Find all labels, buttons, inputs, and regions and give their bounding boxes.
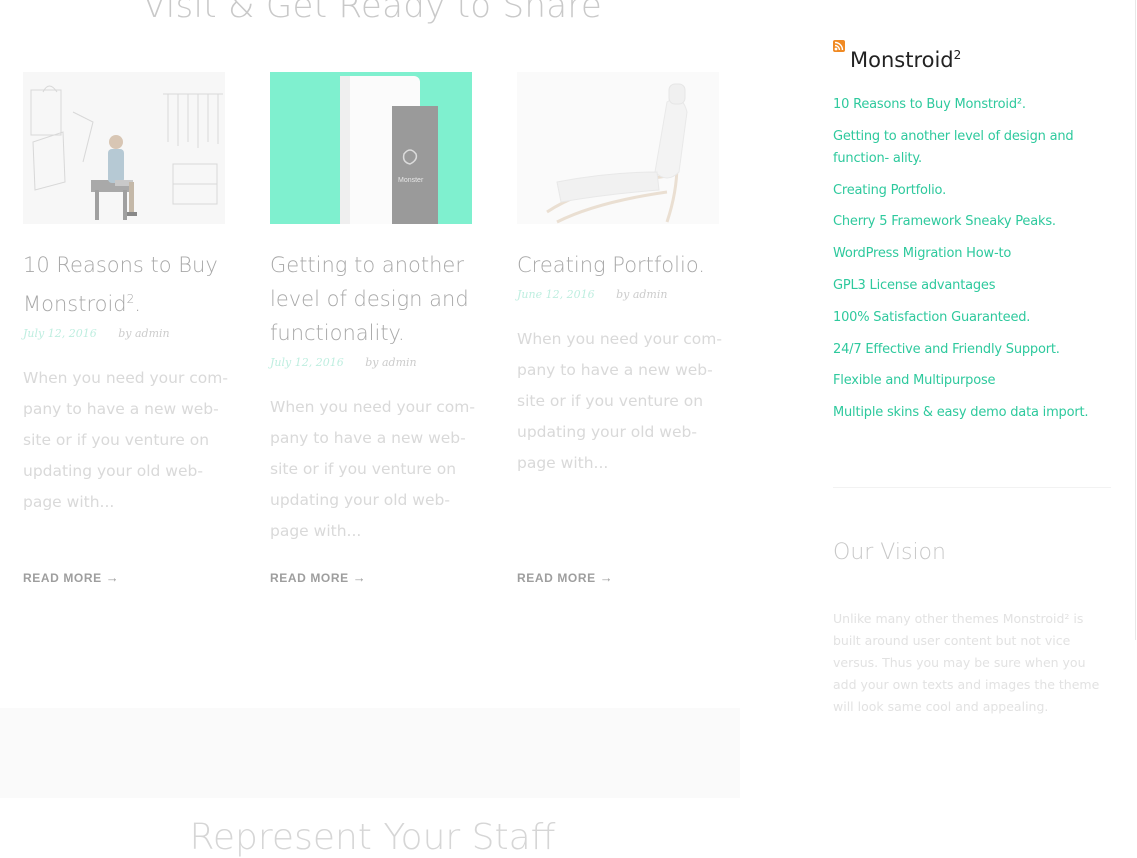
post-author[interactable]: by admin (118, 327, 169, 340)
post-meta: June 12, 2016 by admin (517, 288, 719, 304)
post-meta: July 12, 2016 by admin (270, 356, 472, 372)
read-more-link[interactable]: READ MORE → (517, 570, 613, 585)
feed-list: 10 Reasons to Buy Monstroid². Getting to… (833, 94, 1118, 434)
rss-icon[interactable] (833, 40, 845, 52)
post-author[interactable]: by admin (616, 288, 667, 301)
post-card: Creating Portfolio. June 12, 2016 by adm… (517, 72, 722, 479)
post-thumbnail[interactable] (23, 72, 225, 224)
post-date[interactable]: June 12, 2016 (517, 288, 595, 301)
man-sitting-image (23, 72, 225, 224)
feed-item[interactable]: Creating Portfolio. (833, 180, 1118, 202)
post-thumbnail[interactable] (517, 72, 719, 224)
main-content: Visit & Get Ready to Share 10 Reasons to… (0, 0, 745, 858)
feed-item[interactable]: 100% Satisfaction Guaranteed. (833, 307, 1118, 329)
post-author[interactable]: by admin (365, 356, 416, 369)
feed-item[interactable]: 10 Reasons to Buy Monstroid². (833, 94, 1118, 116)
post-title[interactable]: Getting to another level of design and f… (270, 248, 472, 350)
feed-item[interactable]: Multiple skins & easy demo data import. (833, 402, 1118, 424)
arrow-right-icon: → (599, 570, 614, 585)
thumb-brand-text: Monster (398, 177, 424, 184)
post-excerpt: When you need your com- pany to have a n… (517, 330, 722, 472)
post-date[interactable]: July 12, 2016 (23, 327, 97, 340)
post-card: 10 Reasons to Buy Monstroid2. July 12, 2… (23, 72, 228, 518)
section-title: Visit & Get Ready to Share (142, 0, 603, 26)
read-more-label: READ MORE (270, 571, 349, 585)
arrow-right-icon: → (105, 570, 120, 585)
feed-title[interactable]: Monstroid2 (850, 40, 961, 75)
feed-item[interactable]: 24/7 Effective and Friendly Support. (833, 339, 1118, 361)
chair-image (517, 72, 719, 224)
feed-item[interactable]: Cherry 5 Framework Sneaky Peaks. (833, 211, 1118, 233)
post-title[interactable]: Creating Portfolio. (517, 248, 719, 282)
post-excerpt: When you need your com- pany to have a n… (23, 369, 228, 511)
arrow-right-icon: → (352, 570, 367, 585)
sidebar: Monstroid2 10 Reasons to Buy Monstroid².… (833, 0, 1123, 858)
feed-item[interactable]: Getting to another level of design and f… (833, 126, 1118, 170)
post-title[interactable]: 10 Reasons to Buy Monstroid2. (23, 248, 225, 321)
vision-text: Unlike many other themes Monstroid² is b… (833, 610, 1100, 714)
post-date[interactable]: July 12, 2016 (270, 356, 344, 369)
vision-title: Our Vision (833, 540, 946, 565)
read-more-link[interactable]: READ MORE → (270, 570, 366, 585)
read-more-label: READ MORE (23, 571, 102, 585)
section-band (0, 708, 740, 798)
read-more-link[interactable]: READ MORE → (23, 570, 119, 585)
rss-widget-title: Monstroid2 (833, 40, 961, 75)
read-more-label: READ MORE (517, 571, 596, 585)
feed-item[interactable]: WordPress Migration How-to (833, 243, 1118, 265)
post-thumbnail[interactable]: Monster (270, 72, 472, 224)
feed-item[interactable]: GPL3 License advantages (833, 275, 1118, 297)
post-excerpt: When you need your com- pany to have a n… (270, 398, 475, 540)
feed-item[interactable]: Flexible and Multipurpose (833, 370, 1118, 392)
phone-image: Monster (270, 72, 472, 224)
posts-grid: 10 Reasons to Buy Monstroid2. July 12, 2… (23, 72, 723, 602)
widget-divider (833, 487, 1111, 488)
next-section-title: Represent Your Staff (189, 817, 556, 858)
post-card: Monster Getting to another level of desi… (270, 72, 475, 547)
sidebar-edge (1135, 0, 1136, 640)
post-meta: July 12, 2016 by admin (23, 327, 225, 343)
